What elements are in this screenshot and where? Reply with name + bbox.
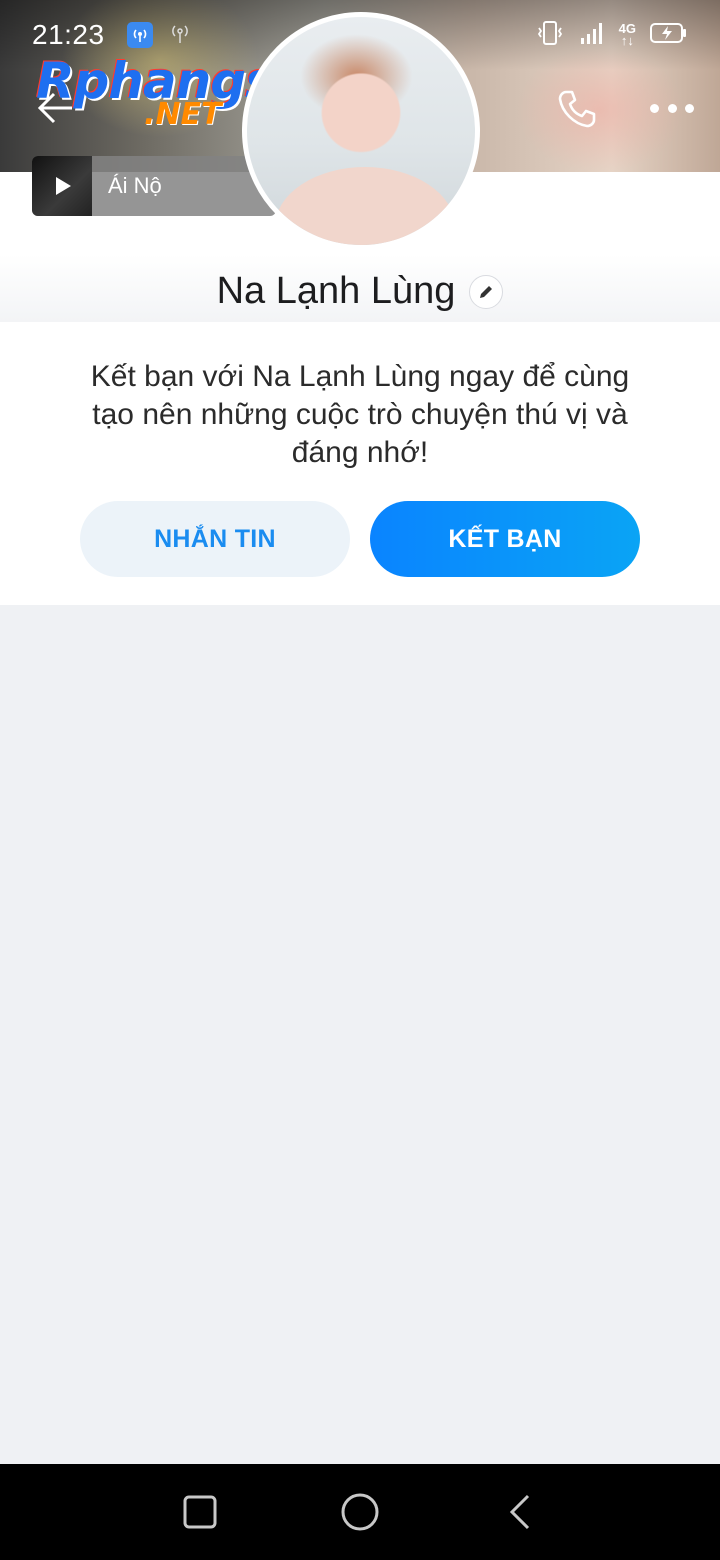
profile-screen: 21:23 4G ↑↓ Rphangs .NET Ái Nộ Na Lạnh L… xyxy=(0,0,720,1560)
vibrate-icon xyxy=(535,19,565,52)
status-left-icons xyxy=(126,21,193,50)
edit-name-button[interactable] xyxy=(469,275,504,309)
recents-button[interactable] xyxy=(176,1488,224,1536)
network-type: 4G ↑↓ xyxy=(619,22,636,48)
network-activity: ↑↓ xyxy=(620,33,634,48)
circle-icon xyxy=(341,1493,379,1531)
system-nav-bar xyxy=(0,1464,720,1560)
music-thumbnail xyxy=(32,156,92,216)
invite-card: Kết bạn với Na Lạnh Lùng ngay để cùng tạ… xyxy=(0,322,720,605)
music-title: Ái Nộ xyxy=(108,173,162,198)
home-button[interactable] xyxy=(336,1488,384,1536)
back-button[interactable] xyxy=(34,86,78,130)
chevron-left-icon xyxy=(509,1494,530,1530)
square-icon xyxy=(183,1495,217,1529)
more-dots-icon[interactable] xyxy=(650,96,694,120)
profile-name: Na Lạnh Lùng xyxy=(216,269,456,312)
add-friend-button[interactable]: KẾT BẠN xyxy=(370,501,640,577)
avatar-photo xyxy=(275,167,455,245)
status-right-icons: 4G ↑↓ xyxy=(535,19,688,52)
call-button[interactable] xyxy=(554,86,600,132)
play-icon xyxy=(56,177,71,195)
pencil-icon xyxy=(480,286,493,298)
hotspot-icon xyxy=(126,22,153,48)
invite-text: Kết bạn với Na Lạnh Lùng ngay để cùng tạ… xyxy=(90,360,630,469)
battery-charging-icon xyxy=(650,21,688,50)
name-row: Na Lạnh Lùng xyxy=(0,262,720,320)
cell-signal-icon xyxy=(579,20,605,51)
wifi-signal-icon xyxy=(167,21,193,50)
profile-music-chip[interactable]: Ái Nộ xyxy=(32,156,276,216)
avatar[interactable] xyxy=(242,12,480,250)
arrow-left-icon xyxy=(37,92,72,124)
phone-icon xyxy=(558,90,596,128)
status-time: 21:23 xyxy=(32,19,105,50)
message-button[interactable]: NHẮN TIN xyxy=(80,501,350,577)
back-nav-button[interactable] xyxy=(496,1488,544,1536)
